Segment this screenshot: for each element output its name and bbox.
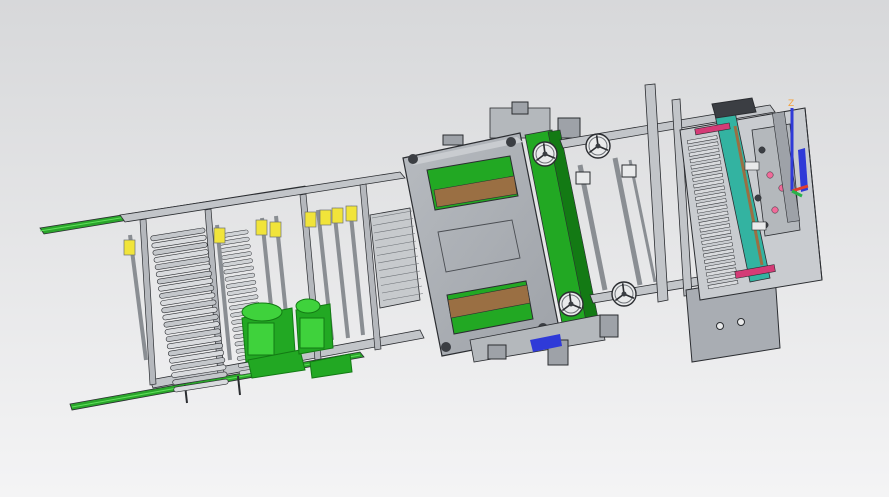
mechanism-block	[744, 161, 760, 171]
yellow-collar	[213, 227, 226, 244]
mechanism-bolt	[754, 194, 762, 202]
mechanism-bolt	[771, 206, 779, 214]
yellow-collar	[123, 239, 136, 256]
yellow-collar	[269, 221, 282, 238]
handwheel-hub	[568, 301, 574, 307]
mechanism-bolt	[766, 171, 774, 179]
yellow-collar	[345, 205, 358, 222]
handwheel-hub	[595, 143, 601, 149]
handwheel-2[interactable]	[585, 133, 611, 159]
cad-viewport[interactable]: Z	[0, 0, 889, 497]
yellow-collar	[331, 207, 344, 224]
mechanism-bolt	[758, 146, 766, 154]
handwheel-hub	[621, 291, 627, 297]
machine-assembly-model[interactable]	[0, 0, 889, 497]
y-axis	[791, 189, 803, 198]
yellow-collar	[319, 209, 332, 226]
handwheel-1[interactable]	[532, 141, 558, 167]
x-axis	[791, 184, 809, 193]
yellow-collar	[304, 211, 317, 228]
mechanism-block	[751, 221, 767, 231]
handwheel-4[interactable]	[611, 281, 637, 307]
handwheel-hub	[542, 151, 548, 157]
handwheel-3[interactable]	[558, 291, 584, 317]
axis-triad[interactable]: Z	[782, 96, 816, 206]
yellow-collar	[255, 219, 268, 236]
z-axis-label: Z	[788, 99, 794, 109]
